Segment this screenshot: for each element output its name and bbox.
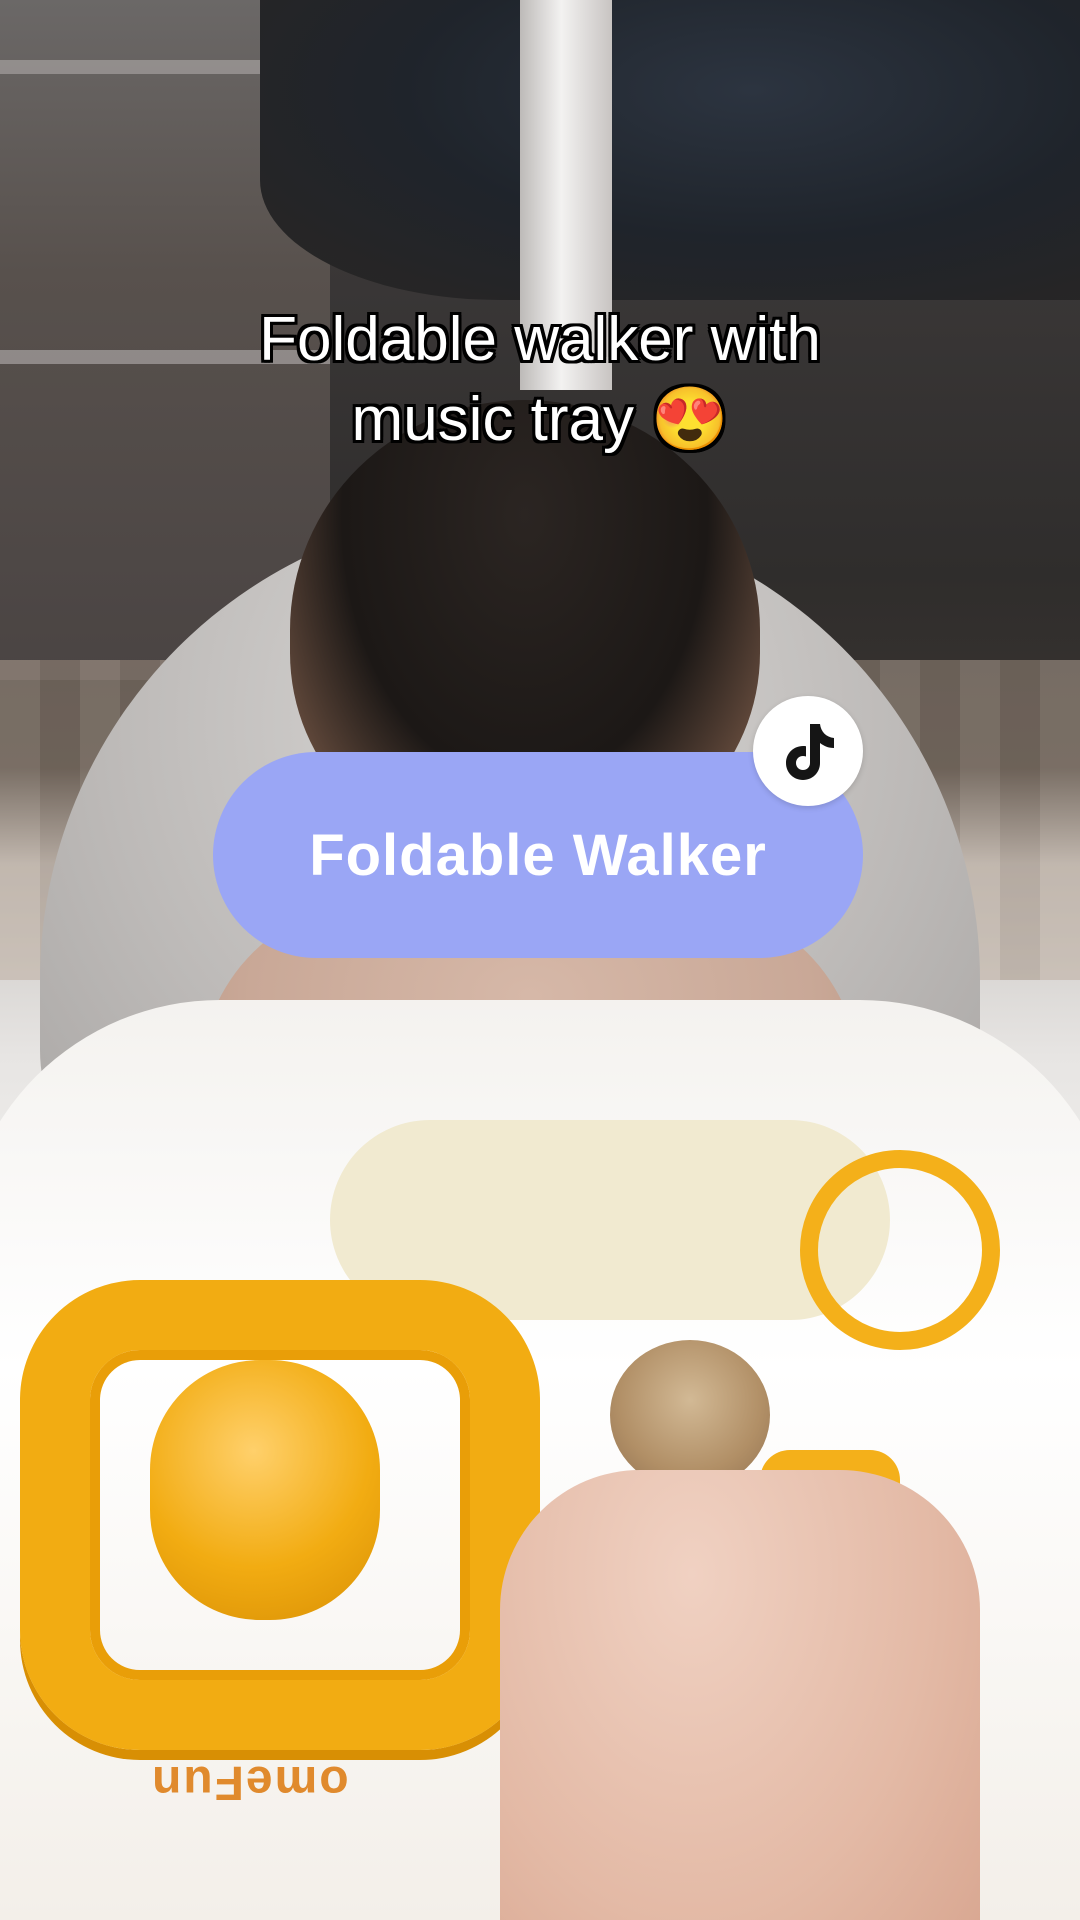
adult-hand <box>500 1470 980 1920</box>
toy-brand-text: omeFun <box>150 1756 349 1809</box>
caption-line-2: music tray 😍 <box>351 385 729 454</box>
video-caption: Foldable walker with music tray 😍 <box>130 300 950 460</box>
caption-line-1: Foldable walker with <box>259 305 821 374</box>
ship-wheel-toy <box>800 1150 1000 1350</box>
tiktok-logo-icon <box>753 696 863 806</box>
steering-wheel-hub <box>150 1360 380 1620</box>
clothes-pile <box>260 0 1080 300</box>
round-music-button <box>610 1340 770 1490</box>
sticker-label: Foldable Walker <box>309 822 767 888</box>
video-frame[interactable]: omeFun <box>0 0 1080 1920</box>
video-screen[interactable]: omeFun Foldable walker with music tray 😍… <box>0 0 1080 1920</box>
